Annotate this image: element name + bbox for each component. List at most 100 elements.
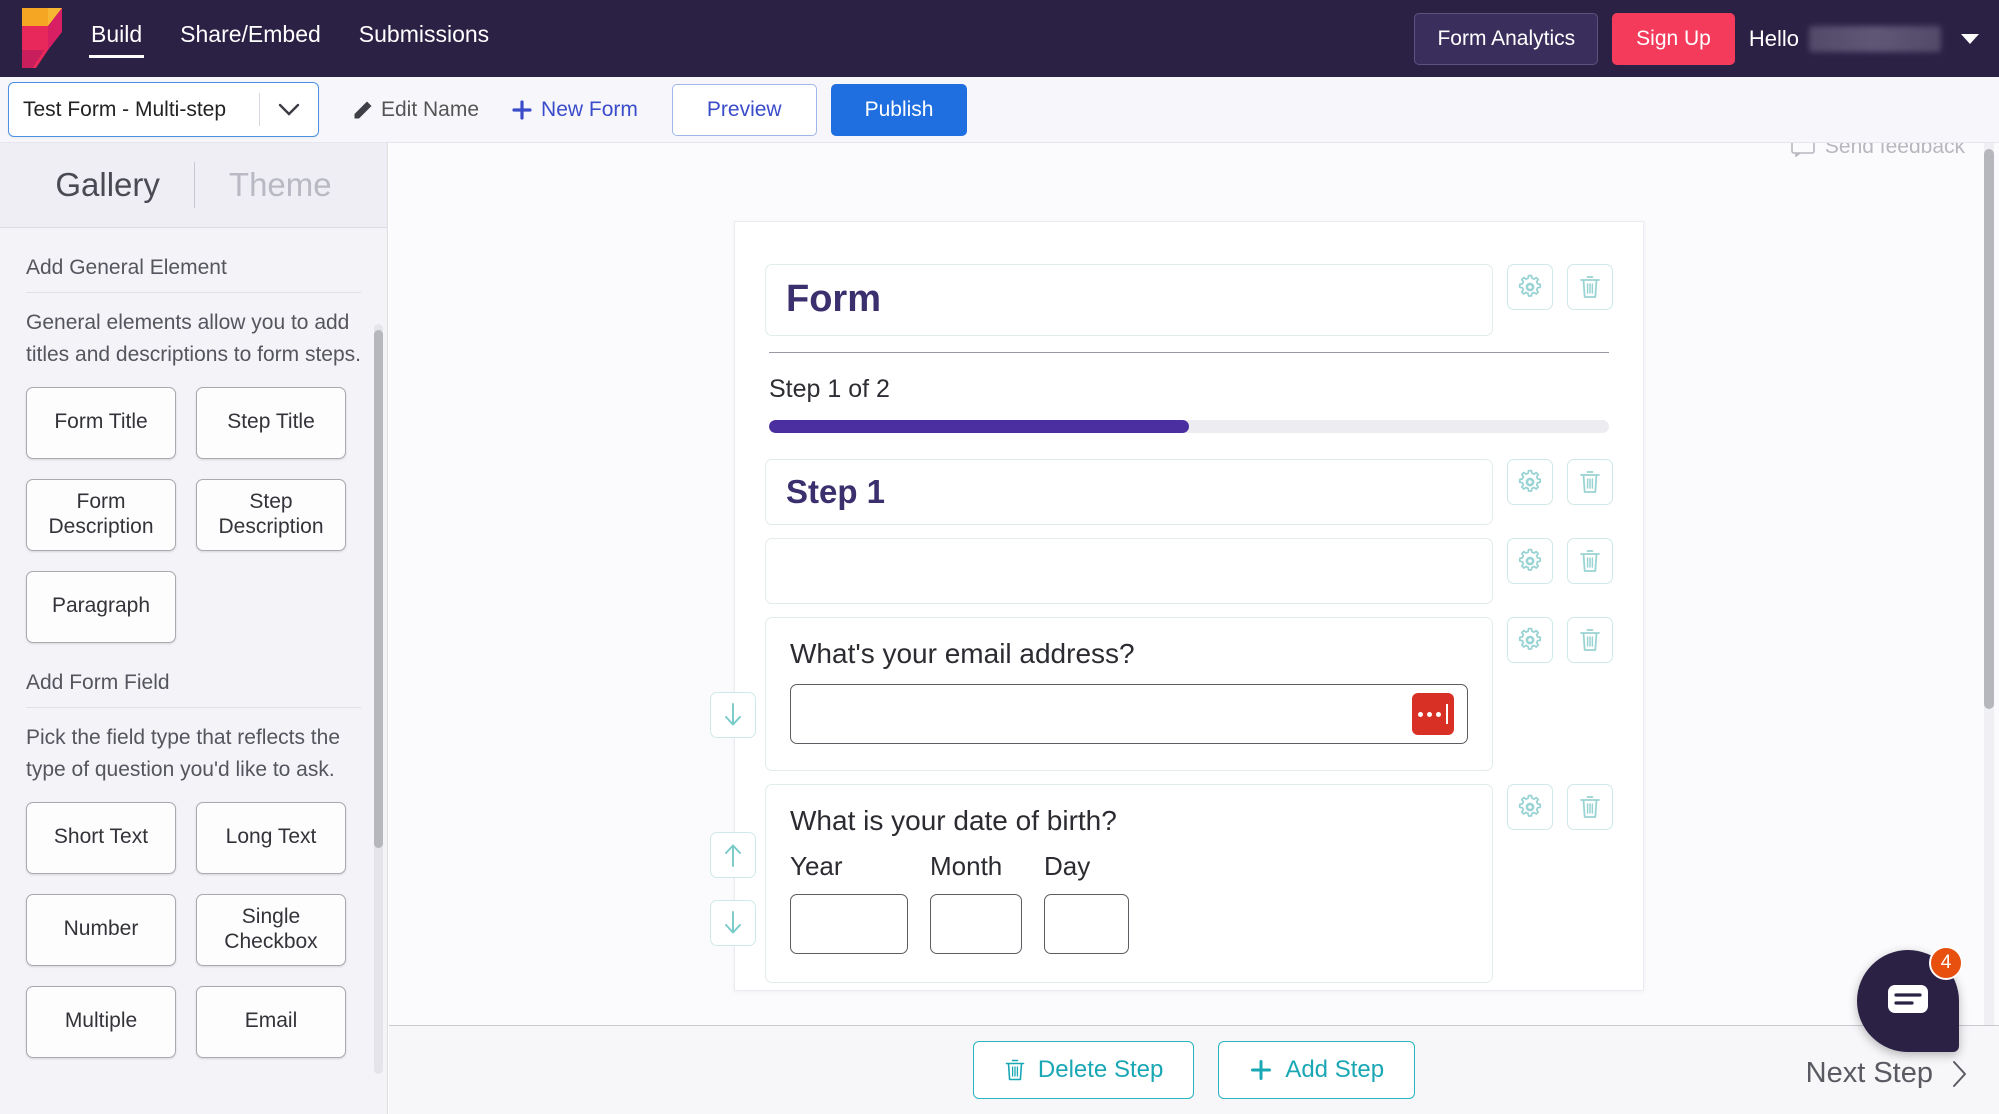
edit-name-label: Edit Name bbox=[381, 98, 479, 122]
canvas-scrollbar[interactable] bbox=[1984, 149, 1994, 709]
lastpass-icon[interactable] bbox=[1412, 693, 1454, 735]
chip-email[interactable]: Email bbox=[196, 986, 346, 1058]
form-field-grid: Short Text Long Text Number Single Check… bbox=[26, 796, 361, 1058]
form-selector-dropdown[interactable]: Test Form - Multi-step bbox=[8, 82, 319, 137]
empty-element[interactable] bbox=[765, 538, 1493, 604]
chevron-down-icon[interactable] bbox=[1961, 34, 1979, 44]
step-action-bar: Delete Step Add Step Next Step bbox=[389, 1025, 1999, 1114]
arrow-down-icon bbox=[722, 910, 744, 936]
chip-number[interactable]: Number bbox=[26, 894, 176, 966]
chevron-down-icon[interactable] bbox=[260, 83, 318, 136]
move-down-handle-dob[interactable] bbox=[710, 900, 756, 946]
arrow-down-icon bbox=[722, 702, 744, 728]
delete-step-label: Delete Step bbox=[1038, 1056, 1163, 1084]
new-form-button[interactable]: New Form bbox=[495, 98, 654, 122]
chat-unread-badge: 4 bbox=[1929, 946, 1963, 980]
preview-button[interactable]: Preview bbox=[672, 84, 817, 136]
general-element-grid: Form Title Step Title Form Description S… bbox=[26, 381, 361, 643]
trash-icon[interactable] bbox=[1567, 617, 1613, 663]
account-menu[interactable]: Hello bbox=[1749, 26, 1979, 52]
step-title-text: Step 1 bbox=[786, 474, 1472, 510]
feedback-bubble-icon bbox=[1791, 143, 1815, 157]
sidebar-scrollbar[interactable] bbox=[374, 330, 383, 848]
chip-short-text[interactable]: Short Text bbox=[26, 802, 176, 874]
trash-icon[interactable] bbox=[1567, 538, 1613, 584]
dob-day-input[interactable] bbox=[1044, 894, 1129, 954]
trash-icon[interactable] bbox=[1567, 264, 1613, 310]
section-desc-fields: Pick the field type that reflects the ty… bbox=[26, 708, 361, 796]
chat-bubble-icon bbox=[1886, 983, 1930, 1019]
tab-theme[interactable]: Theme bbox=[195, 166, 366, 204]
plus-icon bbox=[1249, 1058, 1273, 1082]
dob-part-labels: Year Month Day bbox=[790, 851, 1468, 882]
lastpass-cursor bbox=[1446, 704, 1448, 724]
chip-form-description[interactable]: Form Description bbox=[26, 479, 176, 551]
gear-icon[interactable] bbox=[1507, 784, 1553, 830]
chip-multiple[interactable]: Multiple bbox=[26, 986, 176, 1058]
form-toolbar: Test Form - Multi-step Edit Name New For… bbox=[0, 77, 1999, 143]
dob-month-label: Month bbox=[930, 851, 1022, 882]
sidebar-body: Add General Element General elements all… bbox=[0, 228, 387, 1058]
email-question-element[interactable]: What's your email address? bbox=[765, 617, 1493, 771]
publish-button[interactable]: Publish bbox=[831, 84, 968, 136]
pencil-icon bbox=[353, 100, 373, 120]
dob-day-label: Day bbox=[1044, 851, 1090, 882]
account-name-redacted bbox=[1809, 26, 1941, 52]
lastpass-dots bbox=[1418, 712, 1441, 717]
nav-link-submissions[interactable]: Submissions bbox=[357, 17, 491, 60]
move-up-handle-dob[interactable] bbox=[710, 832, 756, 878]
nav-link-build[interactable]: Build bbox=[89, 17, 144, 60]
step-title-element[interactable]: Step 1 bbox=[765, 459, 1493, 525]
trash-icon[interactable] bbox=[1567, 784, 1613, 830]
gear-icon[interactable] bbox=[1507, 538, 1553, 584]
dob-year-input[interactable] bbox=[790, 894, 908, 954]
chip-step-title[interactable]: Step Title bbox=[196, 387, 346, 459]
gear-icon[interactable] bbox=[1507, 459, 1553, 505]
element-row-empty bbox=[765, 538, 1613, 604]
nav-link-share-embed[interactable]: Share/Embed bbox=[178, 17, 323, 60]
element-row-email: What's your email address? bbox=[765, 617, 1613, 771]
element-row-dob: What is your date of birth? Year Month D… bbox=[765, 784, 1613, 983]
tab-gallery[interactable]: Gallery bbox=[21, 166, 194, 204]
email-question-label: What's your email address? bbox=[790, 638, 1468, 670]
delete-step-button[interactable]: Delete Step bbox=[973, 1041, 1194, 1099]
gallery-sidebar: Gallery Theme Add General Element Genera… bbox=[0, 143, 388, 1114]
section-desc-general: General elements allow you to add titles… bbox=[26, 293, 361, 381]
dob-month-input[interactable] bbox=[930, 894, 1022, 954]
next-step-label: Next Step bbox=[1806, 1057, 1933, 1090]
chip-single-checkbox[interactable]: Single Checkbox bbox=[196, 894, 346, 966]
chat-support-button[interactable]: 4 bbox=[1857, 950, 1959, 1052]
send-feedback-button[interactable]: Send feedback bbox=[1791, 143, 1965, 159]
gear-icon[interactable] bbox=[1507, 264, 1553, 310]
form-title-text: Form bbox=[786, 279, 1472, 321]
sign-up-button[interactable]: Sign Up bbox=[1612, 13, 1735, 65]
form-analytics-button[interactable]: Form Analytics bbox=[1414, 13, 1598, 65]
chip-step-description[interactable]: Step Description bbox=[196, 479, 346, 551]
send-feedback-label: Send feedback bbox=[1825, 143, 1965, 159]
element-row-step-title: Step 1 bbox=[765, 459, 1613, 525]
header-divider bbox=[769, 352, 1609, 353]
dob-question-element[interactable]: What is your date of birth? Year Month D… bbox=[765, 784, 1493, 983]
step-progress-fill bbox=[769, 420, 1189, 433]
plus-icon bbox=[511, 99, 533, 121]
form-preview-sheet: Form Step 1 of 2 St bbox=[734, 221, 1644, 991]
logo-container[interactable] bbox=[0, 0, 77, 77]
email-input[interactable] bbox=[790, 684, 1468, 744]
form-title-element[interactable]: Form bbox=[765, 264, 1493, 336]
dob-year-label: Year bbox=[790, 851, 908, 882]
form-selector-label: Test Form - Multi-step bbox=[9, 83, 259, 136]
app-root: Build Share/Embed Submissions Form Analy… bbox=[0, 0, 1999, 1114]
trash-icon[interactable] bbox=[1567, 459, 1613, 505]
chip-paragraph[interactable]: Paragraph bbox=[26, 571, 176, 643]
new-form-label: New Form bbox=[541, 98, 638, 122]
next-step-button[interactable]: Next Step bbox=[1806, 1057, 1969, 1090]
chip-form-title[interactable]: Form Title bbox=[26, 387, 176, 459]
section-title-fields: Add Form Field bbox=[26, 643, 361, 708]
sidebar-tabs: Gallery Theme bbox=[0, 143, 387, 228]
form-preview-inner: Form Step 1 of 2 St bbox=[735, 222, 1643, 983]
edit-name-button[interactable]: Edit Name bbox=[337, 98, 495, 122]
chip-long-text[interactable]: Long Text bbox=[196, 802, 346, 874]
move-down-handle-email[interactable] bbox=[710, 692, 756, 738]
add-step-button[interactable]: Add Step bbox=[1218, 1041, 1415, 1099]
gear-icon[interactable] bbox=[1507, 617, 1553, 663]
